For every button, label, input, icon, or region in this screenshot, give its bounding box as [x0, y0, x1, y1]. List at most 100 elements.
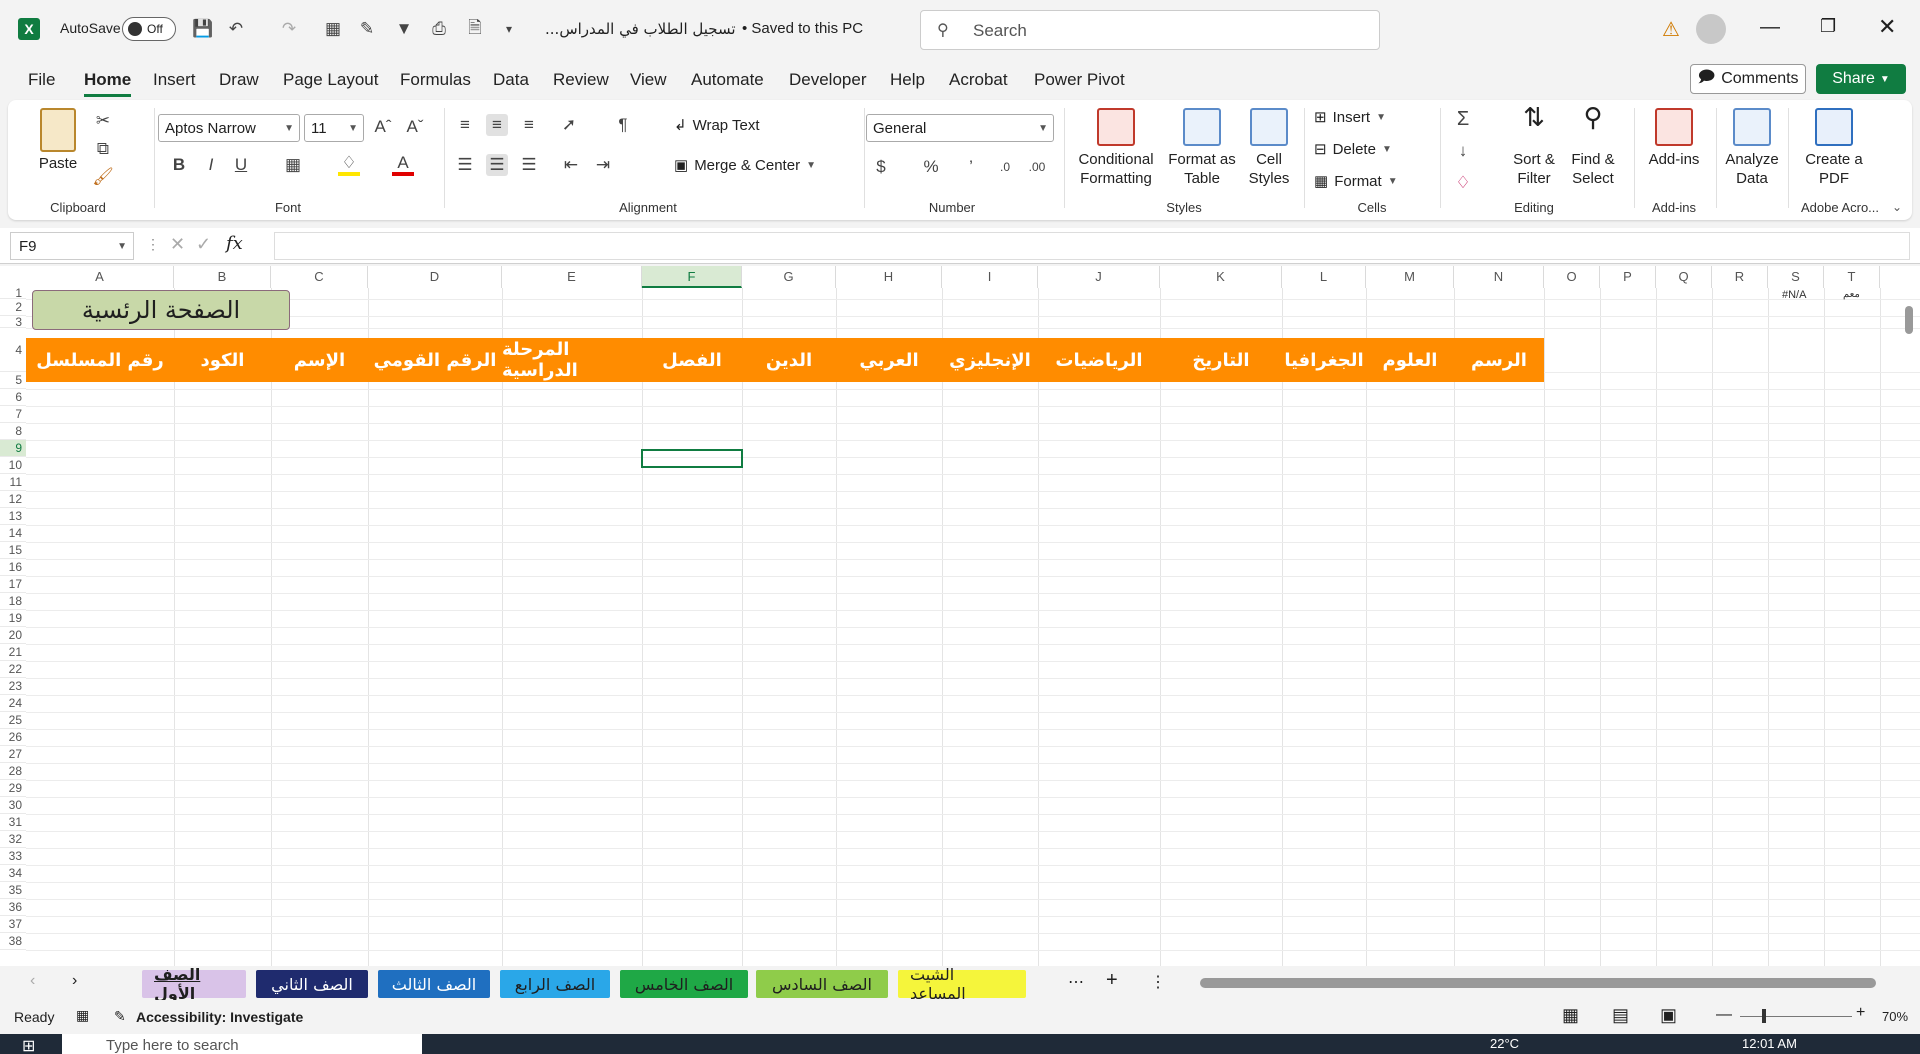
row-header[interactable]: 31 — [0, 814, 26, 831]
format-painter-icon[interactable]: 🖌 — [92, 166, 114, 188]
bold-button[interactable]: B — [168, 154, 190, 176]
column-header[interactable]: L — [1282, 266, 1366, 288]
column-header[interactable]: I — [942, 266, 1038, 288]
row-header[interactable]: 21 — [0, 644, 26, 661]
row-header[interactable]: 18 — [0, 593, 26, 610]
avatar[interactable] — [1696, 14, 1726, 44]
zoom-out-icon[interactable]: — — [1716, 1006, 1732, 1024]
sort-filter-button[interactable]: ⇅ Sort & Filter — [1506, 104, 1562, 188]
name-box[interactable]: F9 ▼ — [10, 232, 134, 260]
selected-cell[interactable] — [641, 449, 743, 468]
row-header[interactable]: 23 — [0, 678, 26, 695]
zoom-level[interactable]: 70% — [1882, 1009, 1908, 1024]
export-icon[interactable]: 🗎 — [464, 18, 486, 40]
format-as-table-button[interactable]: Format as Table — [1166, 108, 1238, 188]
analyze-data-button[interactable]: Analyze Data — [1720, 108, 1784, 188]
delete-cells-button[interactable]: ⊟ Delete ▼ — [1314, 140, 1392, 159]
increase-font-icon[interactable]: Aˆ — [372, 116, 394, 138]
row-header[interactable]: 8 — [0, 423, 26, 440]
column-header[interactable]: Q — [1656, 266, 1712, 288]
column-header[interactable]: F — [642, 266, 742, 288]
row-header[interactable]: 7 — [0, 406, 26, 423]
undo-icon[interactable]: ↶ — [225, 18, 247, 40]
cell-styles-button[interactable]: Cell Styles — [1240, 108, 1298, 188]
row-header[interactable]: 11 — [0, 474, 26, 491]
row-header[interactable]: 22 — [0, 661, 26, 678]
italic-button[interactable]: I — [200, 154, 222, 176]
row-header[interactable]: 29 — [0, 780, 26, 797]
row-header[interactable]: 33 — [0, 848, 26, 865]
column-header[interactable]: M — [1366, 266, 1454, 288]
zoom-in-icon[interactable]: + — [1856, 1004, 1865, 1022]
clear-icon[interactable]: ♢ — [1452, 172, 1474, 194]
tab-review[interactable]: Review — [553, 70, 609, 90]
print-preview-icon[interactable]: ⎙ — [428, 18, 450, 40]
more-sheets-icon[interactable]: ⋯ — [1068, 972, 1084, 992]
customize-qat-icon[interactable]: ▾ — [498, 18, 520, 40]
decrease-font-icon[interactable]: Aˇ — [404, 116, 426, 138]
row-header[interactable]: 20 — [0, 627, 26, 644]
increase-decimal-icon[interactable]: .0 — [994, 156, 1016, 178]
sheet-tab[interactable]: الصف الأول — [142, 965, 246, 1003]
column-header[interactable]: N — [1454, 266, 1544, 288]
row-header[interactable]: 36 — [0, 899, 26, 916]
row-header[interactable]: 37 — [0, 916, 26, 933]
align-middle-icon[interactable]: ≡ — [486, 114, 508, 136]
column-header[interactable]: E — [502, 266, 642, 288]
cancel-icon[interactable]: ✕ — [170, 234, 185, 255]
row-header[interactable]: 13 — [0, 508, 26, 525]
accessibility-icon[interactable]: ✎ — [114, 1008, 126, 1025]
row-header[interactable]: 12 — [0, 491, 26, 508]
tab-file[interactable]: File — [28, 70, 55, 90]
column-header[interactable]: O — [1544, 266, 1600, 288]
row-header[interactable]: 4 — [0, 328, 26, 372]
decrease-indent-icon[interactable]: ⇤ — [560, 154, 582, 176]
underline-button[interactable]: U — [230, 154, 252, 176]
save-icon[interactable]: 💾 — [192, 18, 214, 40]
row-header[interactable]: 27 — [0, 746, 26, 763]
row-header[interactable]: 19 — [0, 610, 26, 627]
conditional-formatting-button[interactable]: Conditional Formatting — [1068, 108, 1164, 188]
number-format-select[interactable]: General ▼ — [866, 114, 1054, 142]
orientation-icon[interactable]: ➚ — [558, 114, 580, 136]
align-top-icon[interactable]: ≡ — [454, 114, 476, 136]
scroll-left-icon[interactable]: ‹ — [30, 972, 35, 990]
create-pdf-button[interactable]: Create a PDF — [1798, 108, 1870, 188]
horizontal-scrollbar[interactable] — [1182, 978, 1882, 988]
vertical-scrollbar[interactable] — [1902, 288, 1916, 964]
eraser-icon[interactable]: ✎ — [356, 18, 378, 40]
row-header[interactable]: 6 — [0, 389, 26, 406]
form-icon[interactable]: ▦ — [322, 18, 344, 40]
add-ins-button[interactable]: Add-ins — [1638, 108, 1710, 169]
font-color-icon[interactable]: A — [392, 153, 414, 176]
options-icon[interactable]: ⋮ — [1150, 972, 1166, 992]
row-header[interactable]: 35 — [0, 882, 26, 899]
tab-automate[interactable]: Automate — [691, 70, 764, 90]
align-bottom-icon[interactable]: ≡ — [518, 114, 540, 136]
fill-icon[interactable]: ↓ — [1452, 140, 1474, 162]
column-header[interactable]: P — [1600, 266, 1656, 288]
search-box[interactable]: ⚲ Search — [920, 10, 1380, 50]
save-status[interactable]: • Saved to this PC — [742, 20, 863, 37]
scroll-thumb[interactable] — [1200, 978, 1876, 988]
find-select-button[interactable]: ⚲ Find & Select — [1564, 104, 1622, 188]
row-header[interactable]: 10 — [0, 457, 26, 474]
restore-icon[interactable]: ❐ — [1820, 16, 1836, 37]
sheet-tab[interactable]: الصف الثالث — [378, 970, 490, 998]
tab-acrobat[interactable]: Acrobat — [949, 70, 1008, 90]
minimize-icon[interactable]: — — [1760, 16, 1780, 39]
row-header[interactable]: 24 — [0, 695, 26, 712]
zoom-thumb[interactable] — [1762, 1009, 1766, 1023]
column-header[interactable]: T — [1824, 266, 1880, 288]
scroll-right-icon[interactable]: › — [72, 972, 77, 990]
tab-data[interactable]: Data — [493, 70, 529, 90]
close-icon[interactable]: ✕ — [1878, 14, 1896, 40]
tab-formulas[interactable]: Formulas — [400, 70, 471, 90]
autosave-toggle[interactable]: Off — [122, 17, 176, 41]
accessibility-status[interactable]: Accessibility: Investigate — [136, 1009, 303, 1025]
macro-record-icon[interactable]: ▦ — [76, 1007, 89, 1024]
taskbar-search[interactable]: Type here to search — [62, 1034, 422, 1054]
column-header[interactable]: S — [1768, 266, 1824, 288]
page-layout-view-icon[interactable]: ▤ — [1612, 1005, 1629, 1026]
wrap-text-button[interactable]: ↲ Wrap Text — [674, 116, 760, 135]
